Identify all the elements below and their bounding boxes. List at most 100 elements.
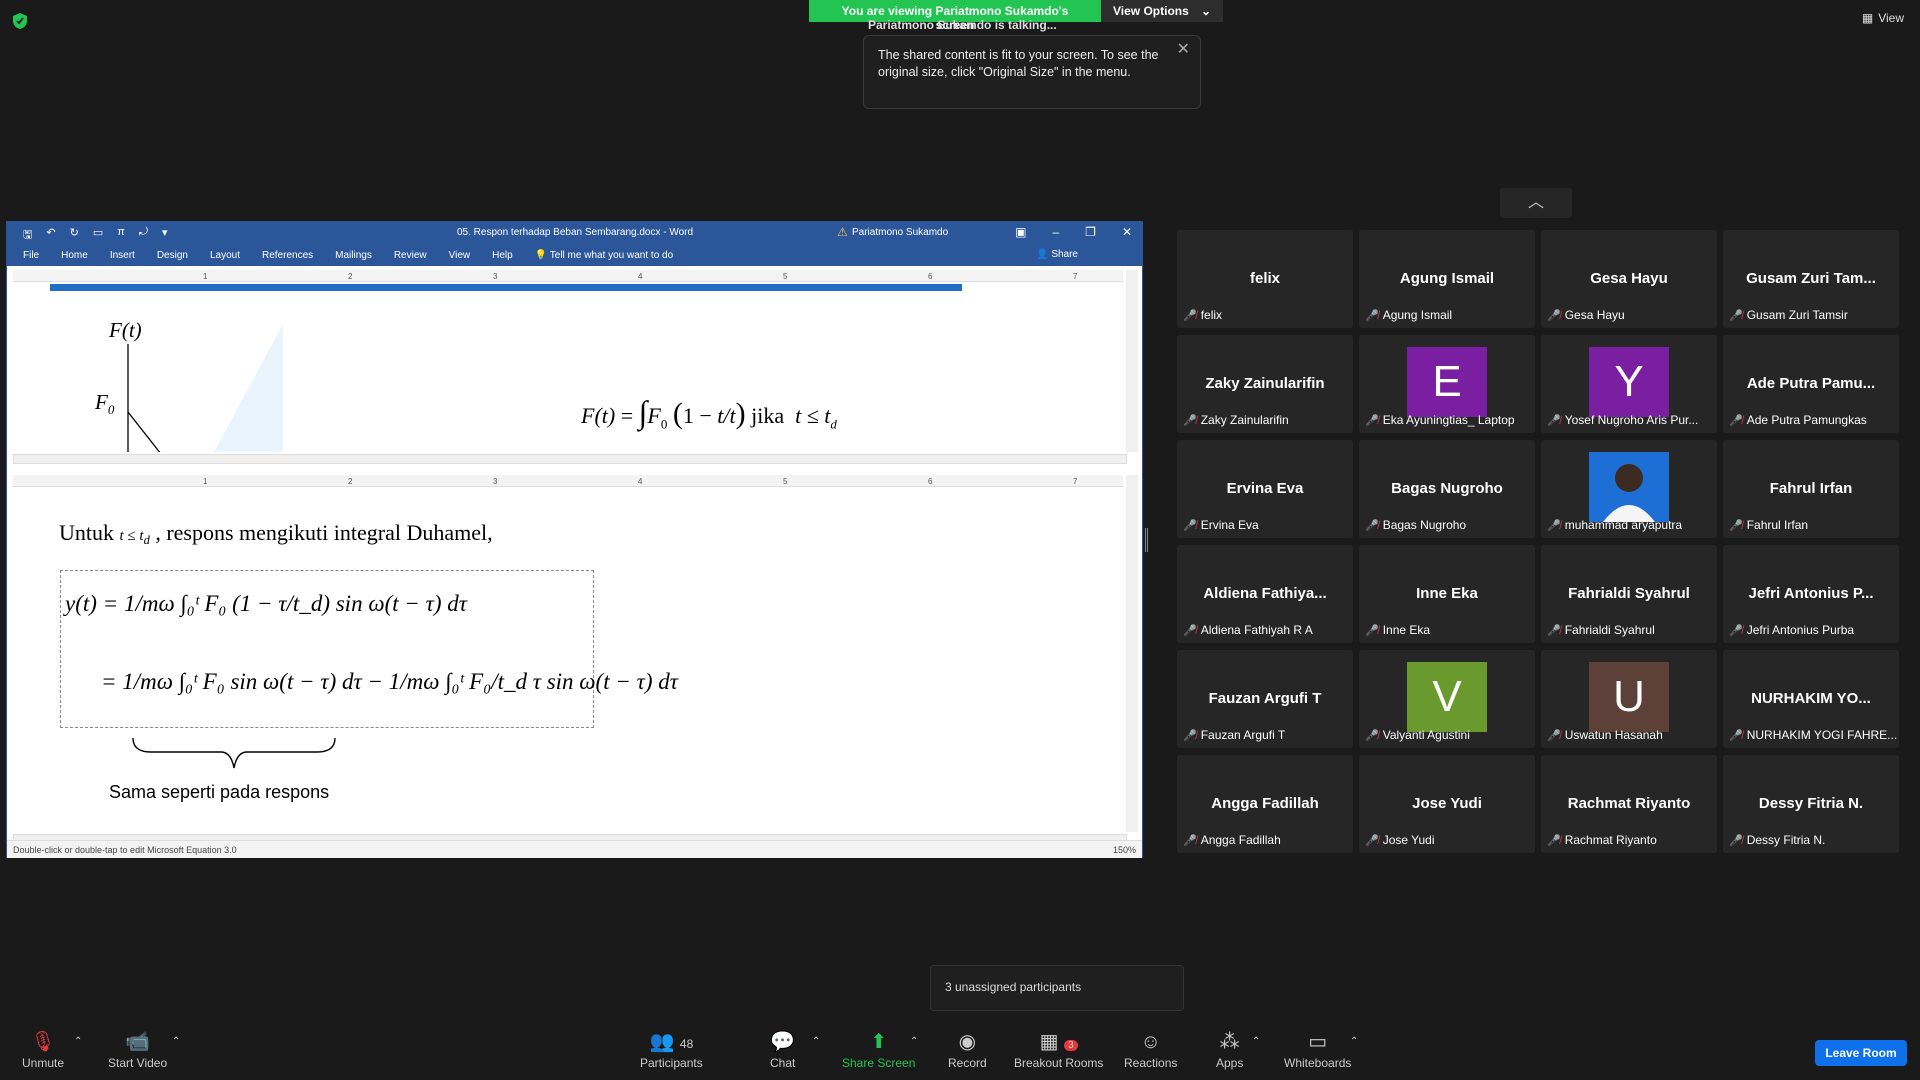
zoom-level[interactable]: 150% [1113, 845, 1136, 855]
participant-tile[interactable]: 🎤̸ muhammad aryaputra [1541, 440, 1717, 538]
tell-me-search[interactable]: 💡 Tell me what you want to do [535, 250, 695, 261]
participant-tile[interactable]: Zaky Zainularifin 🎤̸ Zaky Zainularifin [1177, 335, 1353, 433]
participant-tile[interactable]: Rachmat Riyanto 🎤̸ Rachmat Riyanto [1541, 755, 1717, 853]
collapse-gallery-button[interactable]: ︿ [1500, 188, 1572, 218]
tab-design[interactable]: Design [157, 250, 188, 261]
participant-name: Ade Putra Pamungkas [1746, 413, 1867, 427]
participant-name: Fauzan Argufi T [1200, 728, 1286, 742]
warning-icon: ⚠ [837, 225, 848, 239]
participant-tile[interactable]: Jose Yudi 🎤̸ Jose Yudi [1359, 755, 1535, 853]
word-user-name: Pariatmono Sukamdo [852, 227, 949, 238]
tab-layout[interactable]: Layout [210, 250, 240, 261]
tab-home[interactable]: Home [61, 250, 88, 261]
participant-tile[interactable]: felix 🎤̸ felix [1177, 230, 1353, 328]
tab-help[interactable]: Help [492, 250, 513, 261]
participant-tile[interactable]: Fauzan Argufi T 🎤̸ Fauzan Argufi T [1177, 650, 1353, 748]
participant-tile[interactable]: Angga Fadillah 🎤̸ Angga Fadillah [1177, 755, 1353, 853]
customize-icon[interactable]: ▾ [162, 226, 168, 245]
participant-tile[interactable]: Jefri Antonius P... 🎤̸ Jefri Antonius Purb… [1723, 545, 1899, 643]
share-options-chevron-icon[interactable]: ⌃ [910, 1036, 918, 1047]
breakout-rooms-label: Breakout Rooms [1014, 1056, 1104, 1070]
vertical-scrollbar-top[interactable] [1126, 270, 1138, 452]
participant-tile[interactable]: Ade Putra Pamu... 🎤̸ Ade Putra Pamungkas [1723, 335, 1899, 433]
whiteboards-options-chevron-icon[interactable]: ⌃ [1350, 1036, 1358, 1047]
leave-room-button[interactable]: Leave Room [1815, 1040, 1907, 1066]
horizontal-scrollbar-top[interactable] [13, 454, 1127, 464]
tab-mailings[interactable]: Mailings [335, 250, 372, 261]
participant-tile[interactable]: Y 🎤̸ Yosef Nugroho Aris Pur... [1541, 335, 1717, 433]
open-icon[interactable]: ▭ [93, 226, 103, 245]
tab-insert[interactable]: Insert [110, 250, 135, 261]
ft-axis-label: F(t) [109, 318, 142, 342]
participant-tile[interactable]: E 🎤̸ Eka Ayuningtias_ Laptop [1359, 335, 1535, 433]
equation-icon[interactable]: π [117, 226, 125, 245]
participant-tile[interactable]: Fahrialdi Syahrul 🎤̸ Fahrialdi Syahrul [1541, 545, 1717, 643]
view-button[interactable]: ▦ View [1862, 11, 1904, 25]
chat-options-chevron-icon[interactable]: ⌃ [812, 1036, 820, 1047]
participant-display-name: Fahrul Irfan [1769, 480, 1853, 497]
view-options-button[interactable]: View Options ⌄ [1101, 0, 1223, 22]
ruler-ticks-top: 1 2 3 4 5 6 7 [203, 272, 1078, 281]
share-button[interactable]: 👤 Share [1036, 249, 1100, 260]
participant-tile[interactable]: V 🎤̸ Valyanti Agustini [1359, 650, 1535, 748]
fit-screen-tooltip: The shared content is fit to your screen… [863, 35, 1201, 109]
participant-tile[interactable]: Dessy Fitria N. 🎤̸ Dessy Fitria N. [1723, 755, 1899, 853]
participant-name-label: 🎤̸ Rachmat Riyanto [1547, 833, 1657, 847]
participant-name: Fahrul Irfan [1746, 518, 1809, 532]
security-shield-icon[interactable] [12, 12, 28, 30]
unassigned-participants-popup[interactable]: 3 unassigned participants [930, 965, 1184, 1011]
chat-icon: 💬 [770, 1031, 796, 1053]
participant-name: Zaky Zainularifin [1200, 413, 1289, 427]
participant-tile[interactable]: Aldiena Fathiya... 🎤̸ Aldiena Fathiyah R A [1177, 545, 1353, 643]
participant-tile[interactable]: Agung Ismail 🎤̸ Agung Ismail [1359, 230, 1535, 328]
start-video-button[interactable]: 📹 Start Video [108, 1028, 167, 1070]
restore-icon[interactable]: ❐ [1085, 225, 1096, 239]
participant-tile[interactable]: Fahrul Irfan 🎤̸ Fahrul Irfan [1723, 440, 1899, 538]
tab-file[interactable]: File [23, 250, 39, 261]
document-pane-top[interactable]: F(t) F0 F(t) = ∫F0 (1 − t/t) jika t ≤ td [13, 284, 1103, 452]
close-window-icon[interactable]: ✕ [1122, 225, 1132, 239]
minimize-icon[interactable]: – [1052, 225, 1059, 239]
save-icon[interactable]: 🖫 [23, 226, 32, 245]
touch-mode-icon[interactable]: ⤾ [139, 226, 148, 245]
equation-line-2: = 1/mω ∫₀ᵗ F₀ sin ω(t − τ) dτ − 1/mω ∫₀ᵗ… [101, 669, 678, 694]
horizontal-ruler-top[interactable]: 1 2 3 4 5 6 7 [13, 270, 1123, 282]
muted-mic-icon: 🎤̸ [1547, 519, 1561, 532]
tell-me-label: Tell me what you want to do [549, 249, 674, 261]
participant-tile[interactable]: Bagas Nugroho 🎤̸ Bagas Nugroho [1359, 440, 1535, 538]
unmute-button[interactable]: 🎙 Unmute [22, 1028, 64, 1070]
reactions-icon: ☺ [1140, 1031, 1161, 1053]
tab-view[interactable]: View [449, 250, 471, 261]
split-divider-handle[interactable] [1145, 528, 1148, 552]
apps-button[interactable]: ⁂ Apps [1216, 1028, 1243, 1070]
breakout-rooms-button[interactable]: ▦ 3 Breakout Rooms [1014, 1028, 1103, 1070]
horizontal-ruler-bottom[interactable]: 1 2 3 4 5 6 7 [13, 475, 1123, 487]
participant-tile[interactable]: Gesa Hayu 🎤̸ Gesa Hayu [1541, 230, 1717, 328]
ribbon-display-icon[interactable]: ▣ [1015, 225, 1026, 239]
undo-icon[interactable]: ↶ [46, 226, 55, 245]
participant-tile[interactable]: NURHAKIM YO... 🎤̸ NURHAKIM YOGI FAHRE... [1723, 650, 1899, 748]
redo-icon[interactable]: ↻ [70, 226, 79, 245]
equation-object[interactable]: y(t) = 1/mω ∫₀ᵗ F₀ (1 − τ/t_d) sin ω(t −… [60, 570, 678, 728]
participant-tile[interactable]: Ervina Eva 🎤̸ Ervina Eva [1177, 440, 1353, 538]
vertical-scrollbar-bottom[interactable] [1126, 475, 1138, 832]
participant-display-name: Angga Fadillah [1211, 795, 1319, 812]
share-screen-button[interactable]: ⬆ Share Screen [842, 1028, 915, 1070]
record-button[interactable]: ◉ Record [948, 1028, 987, 1070]
participants-button[interactable]: 👥 48 Participants [640, 1028, 703, 1070]
chat-button[interactable]: 💬 Chat [770, 1028, 795, 1070]
tab-references[interactable]: References [262, 250, 313, 261]
participant-name: Bagas Nugroho [1382, 518, 1467, 532]
close-icon[interactable]: ✕ [1177, 41, 1190, 58]
participant-tile[interactable]: Gusam Zuri Tam... 🎤̸ Gusam Zuri Tamsir [1723, 230, 1899, 328]
document-pane-bottom[interactable]: Untuk t ≤ td , respons mengikuti integra… [13, 490, 1103, 832]
participant-tile[interactable]: U 🎤̸ Uswatun Hasanah [1541, 650, 1717, 748]
participant-display-name: Gusam Zuri Tam... [1746, 270, 1876, 287]
apps-options-chevron-icon[interactable]: ⌃ [1252, 1036, 1260, 1047]
reactions-button[interactable]: ☺ Reactions [1124, 1028, 1177, 1070]
video-options-chevron-icon[interactable]: ⌃ [172, 1036, 180, 1047]
participant-tile[interactable]: Inne Eka 🎤̸ Inne Eka [1359, 545, 1535, 643]
tab-review[interactable]: Review [394, 250, 427, 261]
audio-options-chevron-icon[interactable]: ⌃ [74, 1036, 82, 1047]
whiteboards-button[interactable]: ▭ Whiteboards [1284, 1028, 1351, 1070]
